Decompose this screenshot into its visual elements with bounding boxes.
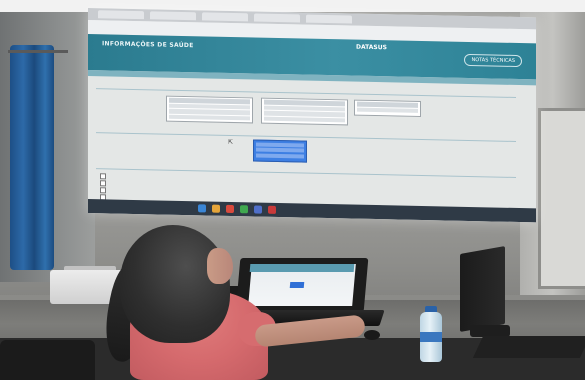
browser-icon — [226, 204, 234, 214]
start-icon — [198, 204, 206, 213]
mouse-cursor-icon: ⇱ — [228, 138, 234, 147]
windows-taskbar — [88, 199, 536, 223]
woman-hair — [120, 225, 230, 343]
classroom-photo: INFORMAÇÕES DE SAÚDE DATASUS NOTAS TÉCNI… — [0, 0, 585, 380]
browser-tab — [98, 10, 144, 20]
browser-tab — [306, 14, 352, 24]
spreadsheet-icon — [240, 205, 248, 214]
desktop-keyboard — [472, 336, 585, 358]
column-listbox — [261, 97, 348, 126]
filter-checkbox — [100, 187, 106, 194]
bottle-label — [420, 332, 442, 342]
section-divider — [96, 88, 516, 98]
filter-checkbox — [100, 173, 106, 180]
app-icon — [268, 205, 276, 214]
browser-tab — [254, 13, 300, 23]
whiteboard — [538, 108, 585, 289]
section-divider — [96, 168, 516, 178]
projected-screen: INFORMAÇÕES DE SAÚDE DATASUS NOTAS TÉCNI… — [88, 8, 536, 223]
laptop-button — [289, 282, 305, 288]
browser-tab — [202, 12, 248, 22]
chair — [0, 340, 95, 380]
document-icon — [254, 205, 262, 214]
notes-button: NOTAS TÉCNICAS — [464, 53, 522, 68]
woman-face — [207, 248, 233, 284]
laptop-header-bar — [249, 264, 355, 272]
row-listbox — [166, 95, 253, 124]
brand-logo: DATASUS — [356, 43, 387, 52]
blue-curtain — [10, 45, 54, 270]
desktop-monitor — [460, 246, 505, 332]
periods-selection — [253, 139, 307, 163]
browser-tab — [150, 11, 196, 21]
curtain-rod — [8, 50, 68, 53]
content-listbox — [354, 99, 421, 117]
computer-mouse — [364, 330, 380, 340]
filter-checkbox — [100, 180, 106, 187]
folder-icon — [212, 204, 220, 213]
